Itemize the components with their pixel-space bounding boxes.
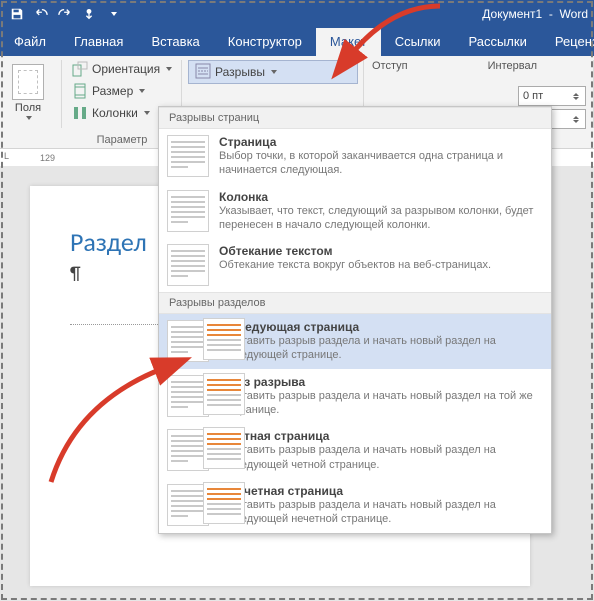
tab-ссылки[interactable]: Ссылки	[381, 28, 455, 56]
doc-title: Документ1 - Word	[482, 0, 588, 28]
break-oddpage-icon	[203, 482, 245, 524]
size-button[interactable]: Размер	[68, 80, 176, 102]
customize-qat-icon[interactable]	[102, 3, 124, 25]
break-evenpage-icon	[203, 427, 245, 469]
break-page[interactable]: СтраницаВыбор точки, в которой заканчива…	[159, 129, 551, 184]
break-evenpage[interactable]: Четная страницаВставить разрыв раздела и…	[159, 423, 551, 478]
break-column-icon	[167, 190, 209, 232]
breaks-button[interactable]: Разрывы	[188, 60, 358, 84]
tab-рецензирован[interactable]: Рецензирован	[541, 28, 594, 56]
break-continuous-icon	[203, 373, 245, 415]
break-column[interactable]: КолонкаУказывает, что текст, следующий з…	[159, 184, 551, 239]
titlebar: Документ1 - Word	[0, 0, 594, 28]
break-nextpage-icon	[203, 318, 245, 360]
menu-heading-page-breaks: Разрывы страниц	[159, 107, 551, 129]
tab-selector[interactable]: L	[4, 151, 16, 161]
breaks-label: Разрывы	[215, 65, 265, 79]
break-oddpage[interactable]: Нечетная страницаВставить разрыв раздела…	[159, 478, 551, 533]
orientation-button[interactable]: Ориентация	[68, 58, 176, 80]
break-page-icon	[167, 135, 209, 177]
columns-button-icon	[72, 105, 88, 121]
tab-вставка[interactable]: Вставка	[137, 28, 213, 56]
size-button-icon	[72, 83, 88, 99]
margins-button[interactable]: Поля	[6, 58, 50, 120]
tab-главная[interactable]: Главная	[60, 28, 137, 56]
menu-heading-section-breaks: Разрывы разделов	[159, 292, 551, 314]
touch-mode-icon[interactable]	[78, 3, 100, 25]
tab-файл[interactable]: Файл	[0, 28, 60, 56]
orientation-button-icon	[72, 61, 88, 77]
tab-конструктор[interactable]: Конструктор	[214, 28, 316, 56]
breaks-menu: Разрывы страниц СтраницаВыбор точки, в к…	[158, 106, 552, 534]
indent-label: Отступ	[372, 60, 408, 72]
break-continuous[interactable]: Без разрываВставить разрыв раздела и нач…	[159, 369, 551, 424]
break-textwrap[interactable]: Обтекание текстомОбтекание текста вокруг…	[159, 238, 551, 292]
breaks-icon	[195, 63, 211, 82]
spacing-label: Интервал	[488, 60, 537, 72]
break-textwrap-icon	[167, 244, 209, 286]
break-nextpage[interactable]: Следующая страницаВставить разрыв раздел…	[159, 314, 551, 369]
redo-icon[interactable]	[54, 3, 76, 25]
tab-макет[interactable]: Макет	[316, 28, 381, 56]
ribbon-tabs: ФайлГлавнаяВставкаКонструкторМакетСсылки…	[0, 28, 594, 56]
tab-рассылки[interactable]: Рассылки	[454, 28, 540, 56]
save-icon[interactable]	[6, 3, 28, 25]
undo-icon[interactable]	[30, 3, 52, 25]
spacing-before-input[interactable]: 0 пт	[518, 86, 586, 106]
